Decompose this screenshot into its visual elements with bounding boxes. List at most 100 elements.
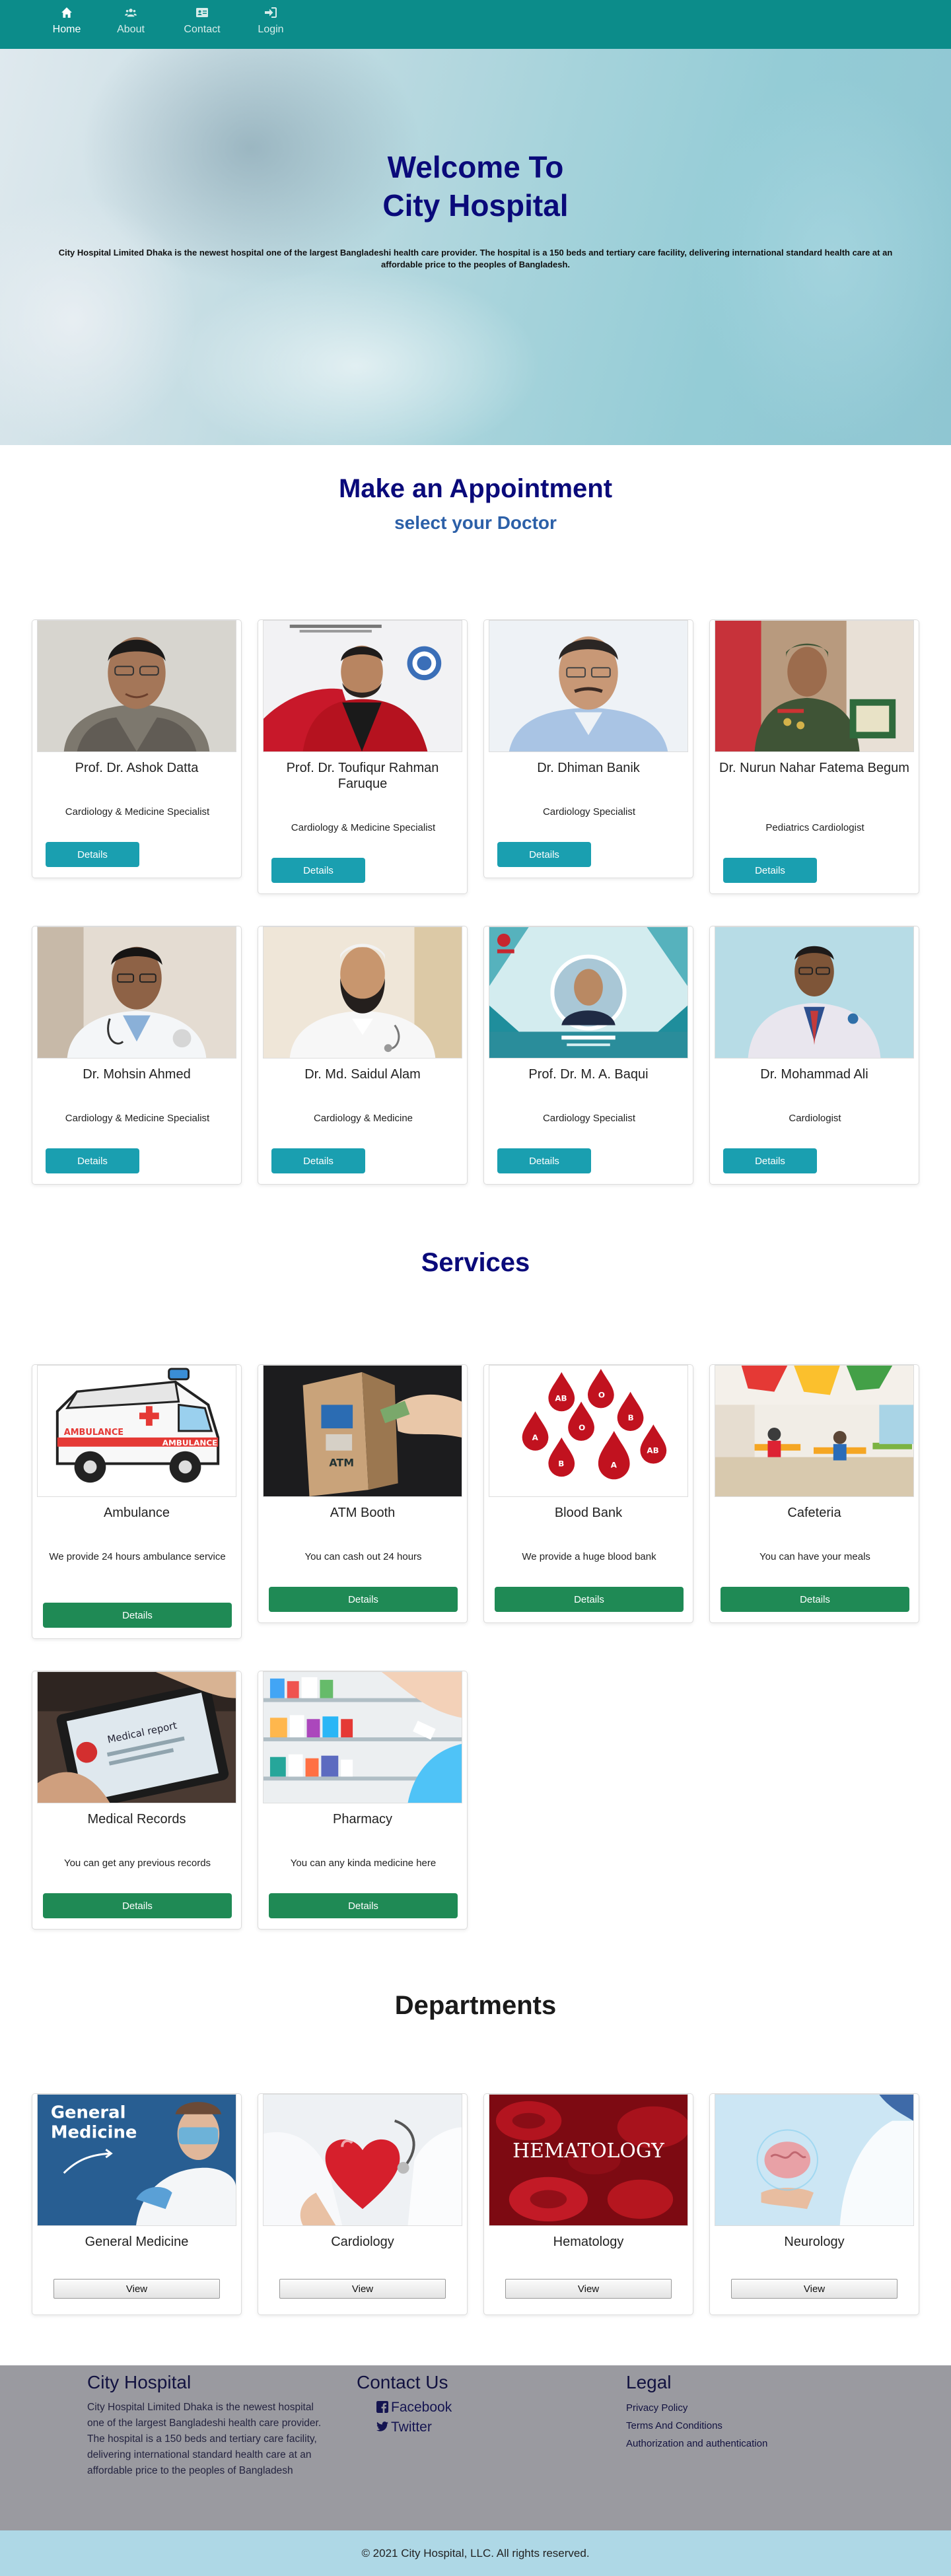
doctor-name: Dr. Mohammad Ali xyxy=(760,1067,868,1082)
department-name: General Medicine xyxy=(85,2235,189,2249)
footer-legal-title: Legal xyxy=(626,2372,672,2392)
footer-about-text: City Hospital Limited Dhaka is the newes… xyxy=(87,2402,322,2476)
doctor-card: Dr. Md. Saidul Alam Cardiology & Medicin… xyxy=(258,926,468,1185)
doctor-photo xyxy=(263,926,462,1059)
svg-text:B: B xyxy=(558,1459,564,1468)
top-navbar: Home About Contact Login xyxy=(0,0,951,49)
doctor-name: Prof. Dr. Ashok Datta xyxy=(75,761,199,775)
service-description: You can get any previous records xyxy=(63,1858,211,1869)
doctor-card: Dr. Mohammad Ali Cardiologist Details xyxy=(709,926,919,1185)
services-title: Services xyxy=(421,1248,530,1277)
appointment-title: Make an Appointment xyxy=(338,474,613,503)
nav-home-link[interactable]: Home xyxy=(37,7,96,36)
medical-records-image: Medical report xyxy=(37,1671,236,1803)
doctor-card: Dr. Dhiman Banik Cardiology Specialist D… xyxy=(483,619,693,878)
doctor-photo xyxy=(489,926,688,1059)
doctor-photo xyxy=(263,620,462,752)
doctor-card: Dr. Mohsin Ahmed Cardiology & Medicine S… xyxy=(32,926,242,1185)
doctor-specialty: Pediatrics Cardiologist xyxy=(765,822,864,833)
svg-text:General: General xyxy=(51,2103,126,2123)
facebook-label: Facebook xyxy=(391,2400,452,2415)
terms-link[interactable]: Terms And Conditions xyxy=(626,2420,722,2431)
nav-contact-label: Contact xyxy=(184,24,221,35)
doctor-photo xyxy=(715,926,914,1059)
service-name: Cafeteria xyxy=(787,1506,841,1520)
service-details-button[interactable]: Details xyxy=(269,1893,458,1918)
doctor-details-button[interactable]: Details xyxy=(723,1148,817,1173)
nav-home-label: Home xyxy=(52,24,81,35)
privacy-policy-link[interactable]: Privacy Policy xyxy=(626,2402,687,2414)
department-card: HEMATOLOGY Hematology View xyxy=(483,2093,693,2315)
doctor-name: Dr. Nurun Nahar Fatema Begum xyxy=(719,761,909,775)
twitter-link[interactable]: Twitter xyxy=(376,2419,432,2435)
nav-login-link[interactable]: Login xyxy=(241,7,300,36)
doctor-specialty: Cardiology & Medicine Specialist xyxy=(65,806,210,818)
cardiology-image xyxy=(263,2094,462,2226)
service-card: Cafeteria You can have your meals Detail… xyxy=(709,1364,919,1623)
doctor-photo xyxy=(37,620,236,752)
service-details-button[interactable]: Details xyxy=(269,1587,458,1612)
service-description: We provide 24 hours ambulance service xyxy=(49,1551,226,1562)
hero-title-line2: City Hospital xyxy=(382,188,569,223)
department-view-button[interactable]: View xyxy=(731,2279,898,2299)
site-footer: City Hospital City Hospital Limited Dhak… xyxy=(0,2365,951,2530)
nav-about-link[interactable]: About xyxy=(101,7,160,36)
doctor-specialty: Cardiology Specialist xyxy=(542,1113,636,1124)
department-card: Cardiology View xyxy=(258,2093,468,2315)
service-details-button[interactable]: Details xyxy=(43,1603,232,1628)
users-icon xyxy=(101,7,160,21)
doctor-details-button[interactable]: Details xyxy=(271,1148,365,1173)
svg-text:AB: AB xyxy=(647,1446,658,1455)
atm-booth-image: ATM xyxy=(263,1365,462,1497)
twitter-icon xyxy=(376,2421,388,2431)
department-view-button[interactable]: View xyxy=(505,2279,672,2299)
department-view-button[interactable]: View xyxy=(279,2279,446,2299)
footer-contact-title: Contact Us xyxy=(357,2372,448,2392)
service-description: You can any kinda medicine here xyxy=(290,1858,437,1869)
neurology-image xyxy=(715,2094,914,2226)
service-card: AMBULANCE AMBULANCE Ambulance We provide … xyxy=(32,1364,242,1639)
svg-text:O: O xyxy=(598,1391,605,1400)
doctor-name: Prof. Dr. Toufiqur Rahman Faruque xyxy=(286,761,439,791)
service-details-button[interactable]: Details xyxy=(721,1587,909,1612)
svg-text:B: B xyxy=(628,1413,634,1422)
service-details-button[interactable]: Details xyxy=(495,1587,684,1612)
ambulance-image: AMBULANCE AMBULANCE xyxy=(37,1365,236,1497)
nav-contact-link[interactable]: Contact xyxy=(172,7,232,36)
doctor-name: Dr. Md. Saidul Alam xyxy=(304,1067,421,1082)
service-name: Pharmacy xyxy=(332,1812,393,1827)
sign-in-icon xyxy=(241,7,300,21)
authorization-link[interactable]: Authorization and authentication xyxy=(626,2438,767,2449)
doctor-specialty: Cardiology & Medicine Specialist xyxy=(291,822,436,833)
facebook-link[interactable]: Facebook xyxy=(376,2400,452,2416)
hero-title: Welcome To City Hospital xyxy=(0,148,951,225)
doctor-details-button[interactable]: Details xyxy=(723,858,817,883)
service-name: ATM Booth xyxy=(330,1506,396,1520)
doctor-details-button[interactable]: Details xyxy=(46,1148,139,1173)
doctor-card: Prof. Dr. M. A. Baqui Cardiology Special… xyxy=(483,926,693,1185)
doctor-details-button[interactable]: Details xyxy=(497,842,591,867)
home-icon xyxy=(37,7,96,21)
doctor-specialty: Cardiologist xyxy=(789,1113,841,1124)
department-view-button[interactable]: View xyxy=(53,2279,220,2299)
department-card: General Medicine General Medicine View xyxy=(32,2093,242,2315)
service-details-button[interactable]: Details xyxy=(43,1893,232,1918)
doctor-name: Dr. Dhiman Banik xyxy=(537,761,640,775)
service-card: ATM ATM Booth You can cash out 24 hours … xyxy=(258,1364,468,1623)
blood-bank-image: AB O B A O AB A B xyxy=(489,1365,688,1497)
service-description: You can have your meals xyxy=(759,1551,870,1562)
appointment-subtitle: select your Doctor xyxy=(394,512,557,533)
service-name: Ambulance xyxy=(103,1506,170,1520)
department-name: Hematology xyxy=(553,2235,624,2249)
service-card: Medical report Medical Records You can g… xyxy=(32,1671,242,1930)
doctor-details-button[interactable]: Details xyxy=(497,1148,591,1173)
doctor-details-button[interactable]: Details xyxy=(46,842,139,867)
service-card: AB O B A O AB A B Blood Bank We provide a huge … xyxy=(483,1364,693,1623)
svg-text:Medicine: Medicine xyxy=(51,2122,137,2142)
service-card: Pharmacy You can any kinda medicine here… xyxy=(258,1671,468,1930)
twitter-label: Twitter xyxy=(391,2419,432,2435)
copyright-bar: © 2021 City Hospital, LLC. All rights re… xyxy=(0,2530,951,2576)
svg-text:AMBULANCE: AMBULANCE xyxy=(162,1438,217,1447)
contact-card-icon xyxy=(172,7,232,21)
doctor-details-button[interactable]: Details xyxy=(271,858,365,883)
